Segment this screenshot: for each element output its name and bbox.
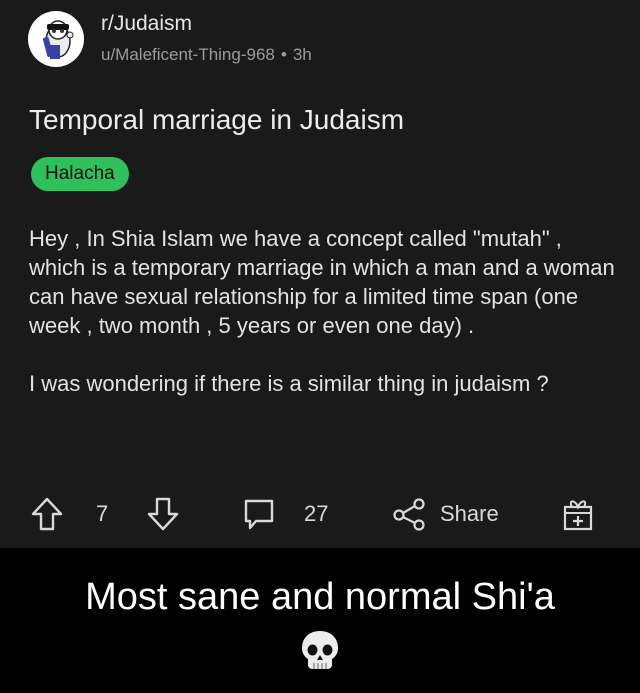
meta-separator: •	[280, 45, 287, 64]
vote-count: 7	[96, 493, 108, 535]
subreddit-avatar[interactable]	[28, 11, 84, 67]
comment-bubble-icon	[244, 499, 274, 530]
post-age: 3h	[292, 45, 312, 64]
snoo-avatar-icon	[42, 20, 74, 59]
share-icon	[393, 498, 425, 531]
share-label: Share	[440, 501, 499, 526]
downvote-button[interactable]	[146, 493, 180, 535]
post-title[interactable]: Temporal marriage in Judaism	[29, 104, 404, 136]
gift-box-icon	[563, 500, 593, 531]
post-body: Hey , In Shia Islam we have a concept ca…	[29, 224, 619, 427]
share-button[interactable]: Share	[392, 493, 499, 535]
award-button[interactable]	[561, 493, 595, 535]
post-body-paragraph: Hey , In Shia Islam we have a concept ca…	[29, 226, 615, 338]
upvote-button[interactable]	[30, 493, 64, 535]
post-meta: u/Maleficent-Thing-968 • 3h	[101, 45, 312, 65]
comment-count: 27	[304, 501, 329, 526]
skull-icon	[297, 628, 343, 674]
author-name[interactable]: u/Maleficent-Thing-968	[101, 45, 275, 64]
reddit-post-card: r/Judaism u/Maleficent-Thing-968 • 3h Temp…	[0, 0, 640, 548]
subreddit-name[interactable]: r/Judaism	[101, 12, 192, 36]
comments-button[interactable]: 27	[242, 493, 328, 535]
vote-count-label: 7	[96, 501, 109, 526]
post-flair[interactable]: Halacha	[31, 157, 129, 191]
post-action-bar: 7 27 Share	[0, 493, 640, 535]
arrow-up-icon	[31, 497, 63, 531]
arrow-down-icon	[147, 497, 179, 531]
meme-caption: Most sane and normal Shi'a	[85, 576, 555, 618]
post-body-paragraph: I was wondering if there is a similar th…	[29, 371, 549, 396]
